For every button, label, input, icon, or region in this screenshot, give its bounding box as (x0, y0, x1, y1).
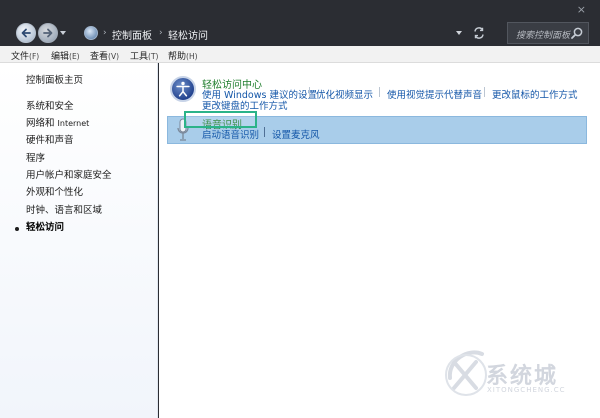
sidebar-home-link[interactable]: 控制面板主页 (26, 72, 83, 86)
crumb-separator[interactable]: › (159, 28, 163, 38)
sidebar-item-system-security[interactable]: 系统和安全 (26, 98, 74, 112)
link-start-speech-recognition[interactable]: 启动语音识别 (202, 127, 259, 141)
menu-file[interactable]: 文件(F) (11, 49, 39, 62)
sidebar-item-ease-of-access[interactable]: 轻松访问 (26, 219, 64, 233)
search-input[interactable]: 搜索控制面板 (507, 22, 589, 44)
menu-edit[interactable]: 编辑(E) (51, 49, 80, 62)
search-icon[interactable] (570, 26, 584, 40)
link-setup-microphone[interactable]: 设置麦克风 (272, 127, 320, 141)
breadcrumb-ease-of-access[interactable]: 轻松访问 (168, 27, 208, 42)
sidebar-item-clock-language[interactable]: 时钟、语言和区域 (26, 202, 102, 216)
breadcrumb-control-panel[interactable]: 控制面板 (112, 27, 152, 42)
sidebar-item-hardware-sound[interactable]: 硬件和声音 (26, 132, 74, 146)
menu-tools[interactable]: 工具(T) (130, 49, 158, 62)
link-separator (484, 87, 485, 97)
close-icon[interactable]: × (577, 4, 586, 16)
sidebar-item-network[interactable]: 网络和 Internet (26, 115, 89, 129)
address-bar[interactable]: › 控制面板 › 轻松访问 (76, 22, 496, 44)
menu-help[interactable]: 帮助(H) (168, 49, 198, 62)
watermark-subtext: XITONGCHENG.CC (487, 386, 566, 394)
forward-button[interactable] (38, 23, 58, 43)
control-panel-icon (84, 26, 98, 40)
link-mouse-settings[interactable]: 更改鼠标的工作方式 (492, 87, 578, 101)
arrow-left-icon (21, 28, 31, 38)
link-separator (379, 87, 380, 97)
link-separator (264, 127, 265, 137)
refresh-icon[interactable] (472, 26, 486, 40)
active-bullet (15, 227, 19, 231)
link-keyboard-settings[interactable]: 更改键盘的工作方式 (202, 98, 288, 112)
menu-view[interactable]: 查看(V) (90, 49, 119, 62)
menu-bar: 文件(F) 编辑(E) 查看(V) 工具(T) 帮助(H) (0, 46, 600, 63)
ease-of-access-icon[interactable] (170, 76, 196, 102)
link-visual-cues[interactable]: 使用视觉提示代替声音 (387, 87, 482, 101)
sidebar-item-user-accounts[interactable]: 用户帐户和家庭安全 (26, 167, 112, 181)
address-dropdown-icon[interactable] (456, 31, 462, 35)
highlight-frame (184, 111, 257, 128)
link-optimize-display[interactable]: 优化视频显示 (316, 87, 373, 101)
back-button[interactable] (16, 23, 36, 43)
arrow-right-icon (43, 28, 53, 38)
link-separator (309, 87, 310, 97)
recent-pages-dropdown[interactable] (60, 31, 66, 35)
sidebar-item-appearance[interactable]: 外观和个性化 (26, 184, 83, 198)
sidebar-item-programs[interactable]: 程序 (26, 150, 45, 164)
crumb-separator[interactable]: › (103, 28, 107, 38)
search-placeholder: 搜索控制面板 (516, 31, 571, 41)
